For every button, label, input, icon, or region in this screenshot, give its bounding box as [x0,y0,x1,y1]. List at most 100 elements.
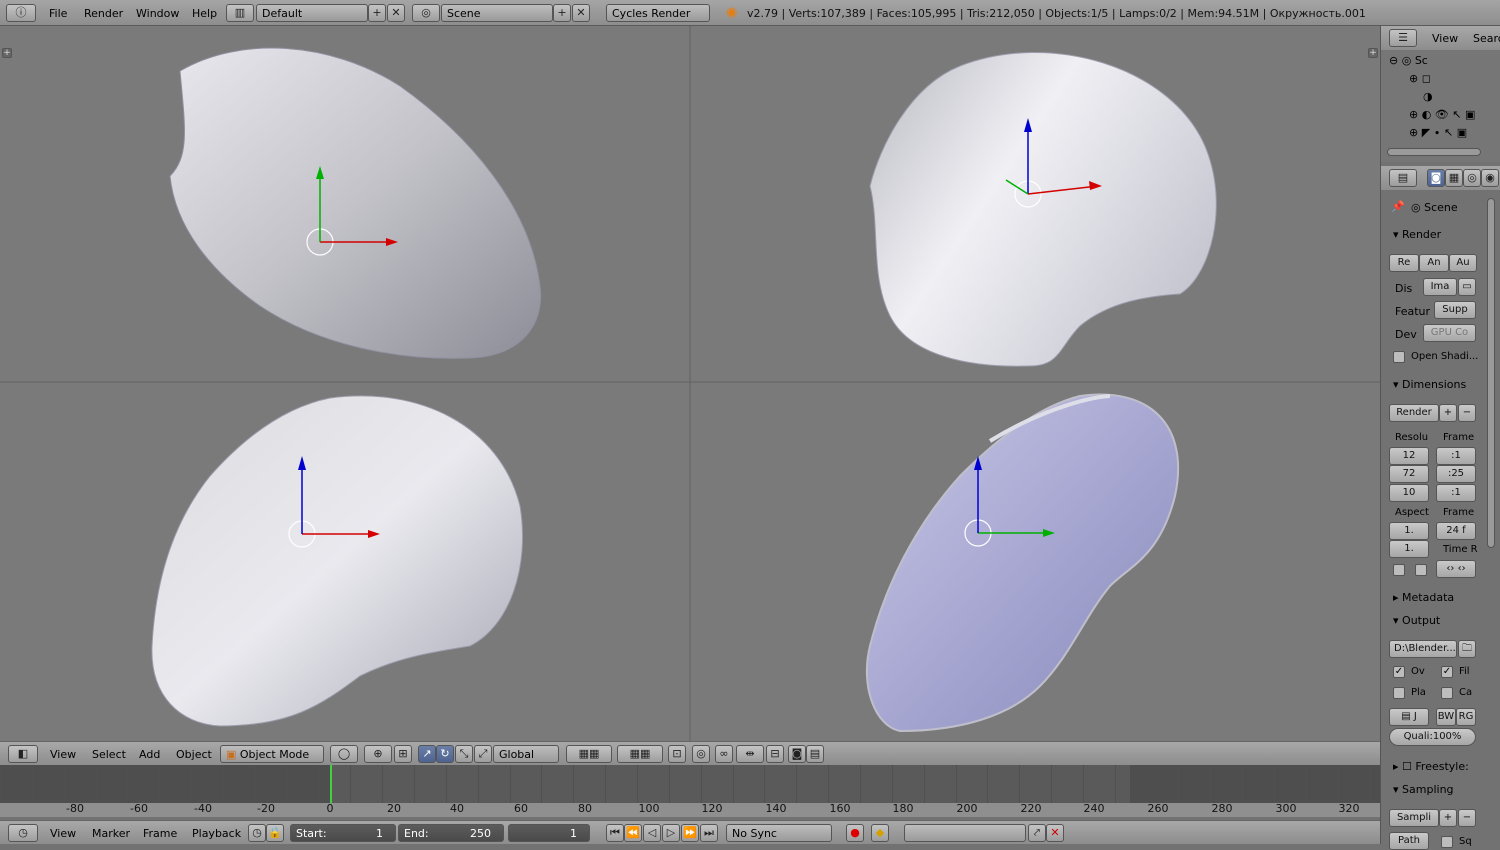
resolution-y-field[interactable]: 72 [1389,465,1429,483]
outliner-scene-row[interactable]: ⊖ ◎ Sc [1389,54,1428,67]
scene-icon[interactable]: ◎ [412,4,440,22]
placeholders-checkbox[interactable] [1393,687,1405,699]
color-bw-button[interactable]: BW [1436,708,1456,726]
output-path-field[interactable]: D:\Blender... [1389,640,1457,658]
record-icon[interactable]: ● [846,824,864,842]
display-lock-icon[interactable]: ▭ [1458,278,1476,296]
tool-shelf-toggle-icon[interactable]: + [2,48,12,58]
overwrite-checkbox[interactable]: ✓ [1393,666,1405,678]
scene-field[interactable]: Scene [441,4,553,22]
preview-range-icon[interactable]: ◷ [248,824,266,842]
viewport-canvas[interactable] [0,26,1380,741]
outliner-row-3[interactable]: ⊕ ◐ 👁 ↖ ▣ [1409,108,1475,121]
translate-manipulator-icon[interactable]: ↗ [418,745,436,763]
layer-lock-icon[interactable]: ⊡ [668,745,686,763]
rotate-manipulator-icon[interactable]: ↻ [436,745,454,763]
prev-keyframe-icon[interactable]: ⏪ [624,824,642,842]
outliner-search-menu[interactable]: Searc [1473,32,1500,45]
opengl-render-icon[interactable]: ⊟ [766,745,784,763]
outliner-row-2[interactable]: ◑ [1423,90,1433,103]
menu-timeline-view[interactable]: View [50,827,76,840]
sync-mode-select[interactable]: No Sync [726,824,832,842]
remove-preset-icon[interactable]: − [1458,404,1476,422]
screen-layout-icon[interactable]: ▥ [226,4,254,22]
menu-add[interactable]: Add [139,748,160,761]
render-still-button[interactable]: Re [1389,254,1419,272]
time-remap-field[interactable]: ‹› ‹› [1436,560,1476,578]
crop-checkbox[interactable] [1415,564,1427,576]
play-reverse-icon[interactable]: ◁ [643,824,661,842]
scene-breadcrumb[interactable]: ◎ Scene [1411,201,1458,214]
outliner-row-1[interactable]: ⊕ ◻ [1409,72,1431,85]
keying-set-icon[interactable]: ◆ [871,824,889,842]
snap-element-icon[interactable]: ⇹ [736,745,764,763]
frame-start-field[interactable]: :1 [1436,447,1476,465]
scale-manipulator-icon[interactable]: ⤡ [455,745,473,763]
aspect-x-field[interactable]: 1. [1389,522,1429,540]
keying-set-field[interactable] [904,824,1026,842]
jump-end-icon[interactable]: ⏭ [700,824,718,842]
frame-step-field[interactable]: :1 [1436,484,1476,502]
properties-editor-type-icon[interactable]: ▤ [1389,169,1417,187]
render-audio-button[interactable]: Au [1449,254,1477,272]
border-checkbox[interactable] [1393,564,1405,576]
transform-orientation-select[interactable]: Global [493,745,559,763]
outliner-editor-type-icon[interactable]: ☰ [1389,29,1417,47]
scene-tab-icon[interactable]: ◎ [1463,169,1481,187]
outliner-row-4[interactable]: ⊕ ◤ ∙ ↖ ▣ [1409,126,1467,139]
render-panel-header[interactable]: ▾ Render [1393,228,1441,241]
add-preset-icon[interactable]: + [1439,404,1457,422]
sampling-panel-header[interactable]: ▾ Sampling [1393,783,1454,796]
outliner-view-menu[interactable]: View [1432,32,1458,45]
shield-mesh-top-left[interactable] [169,47,542,359]
render-engine-select[interactable]: Cycles Render [606,4,710,22]
lock-icon[interactable]: 🔒 [266,824,284,842]
clapperboard-render-icon[interactable]: ▤ [806,745,824,763]
timeline-ruler[interactable]: -80 -60 -40 -20 0 20 40 60 80 100 120 140 160 180 200 2… [0,802,1380,817]
file-extensions-checkbox[interactable]: ✓ [1441,666,1453,678]
next-keyframe-icon[interactable]: ⏩ [681,824,699,842]
menu-help[interactable]: Help [192,7,217,20]
info-editor-type-button[interactable]: ⓘ [6,4,36,22]
start-frame-field[interactable]: Start: 1 [290,824,396,842]
menu-window[interactable]: Window [136,7,179,20]
editor-type-timeline-icon[interactable]: ◷ [8,824,38,842]
jump-start-icon[interactable]: ⏮ [606,824,624,842]
shield-mesh-bottom-left[interactable] [151,395,524,727]
integrator-select[interactable]: Path [1389,832,1429,850]
feature-set-select[interactable]: Supp [1434,301,1476,319]
aspect-y-field[interactable]: 1. [1389,540,1429,558]
remove-layout-icon[interactable]: ✕ [387,4,405,22]
freestyle-panel-header[interactable]: ▸ ☐ Freestyle: [1393,760,1469,773]
file-format-select[interactable]: ▤ J [1389,708,1429,726]
outliner-tree[interactable]: ⊖ ◎ Sc ⊕ ◻ ◑ ⊕ ◐ 👁 ↖ ▣ ⊕ ◤ ∙ ↖ ▣ [1381,50,1500,162]
current-frame-field[interactable]: 1 [508,824,590,842]
device-select[interactable]: GPU Co [1423,324,1476,342]
square-samples-checkbox[interactable] [1441,836,1453,848]
object-mode-select[interactable]: ▣ Object Mode [220,745,324,763]
menu-object[interactable]: Object [176,748,212,761]
delete-keyframe-icon[interactable]: ✕ [1046,824,1064,842]
menu-select[interactable]: Select [92,748,126,761]
screen-layout-field[interactable]: Default [256,4,368,22]
insert-keyframe-icon[interactable]: ⤤ [1028,824,1046,842]
viewport-shading-icon[interactable]: ◯ [330,745,358,763]
properties-scrollbar[interactable] [1487,198,1495,548]
properties-shelf-toggle-icon[interactable]: + [1368,48,1378,58]
manipulator-toggle-icon[interactable]: ⊞ [394,745,412,763]
play-icon[interactable]: ▷ [662,824,680,842]
pin-icon[interactable]: 📌 [1391,200,1405,213]
color-rgb-button[interactable]: RG [1456,708,1476,726]
layers-tab-icon[interactable]: ▦ [1445,169,1463,187]
osl-checkbox[interactable] [1393,351,1405,363]
viewport-3d[interactable]: + + [0,26,1380,741]
frame-end-field[interactable]: :25 [1436,465,1476,483]
scale-alt-manipulator-icon[interactable]: ⤢ [474,745,492,763]
proportional-edit-icon[interactable]: ◎ [692,745,710,763]
pivot-point-icon[interactable]: ⊕ [364,745,392,763]
shield-mesh-top-right[interactable] [869,52,1217,367]
fps-select[interactable]: 24 f [1436,522,1476,540]
metadata-panel-header[interactable]: ▸ Metadata [1393,591,1454,604]
editor-type-3d-icon[interactable]: ◧ [8,745,38,763]
render-tab-icon[interactable]: ◙ [1427,169,1445,187]
